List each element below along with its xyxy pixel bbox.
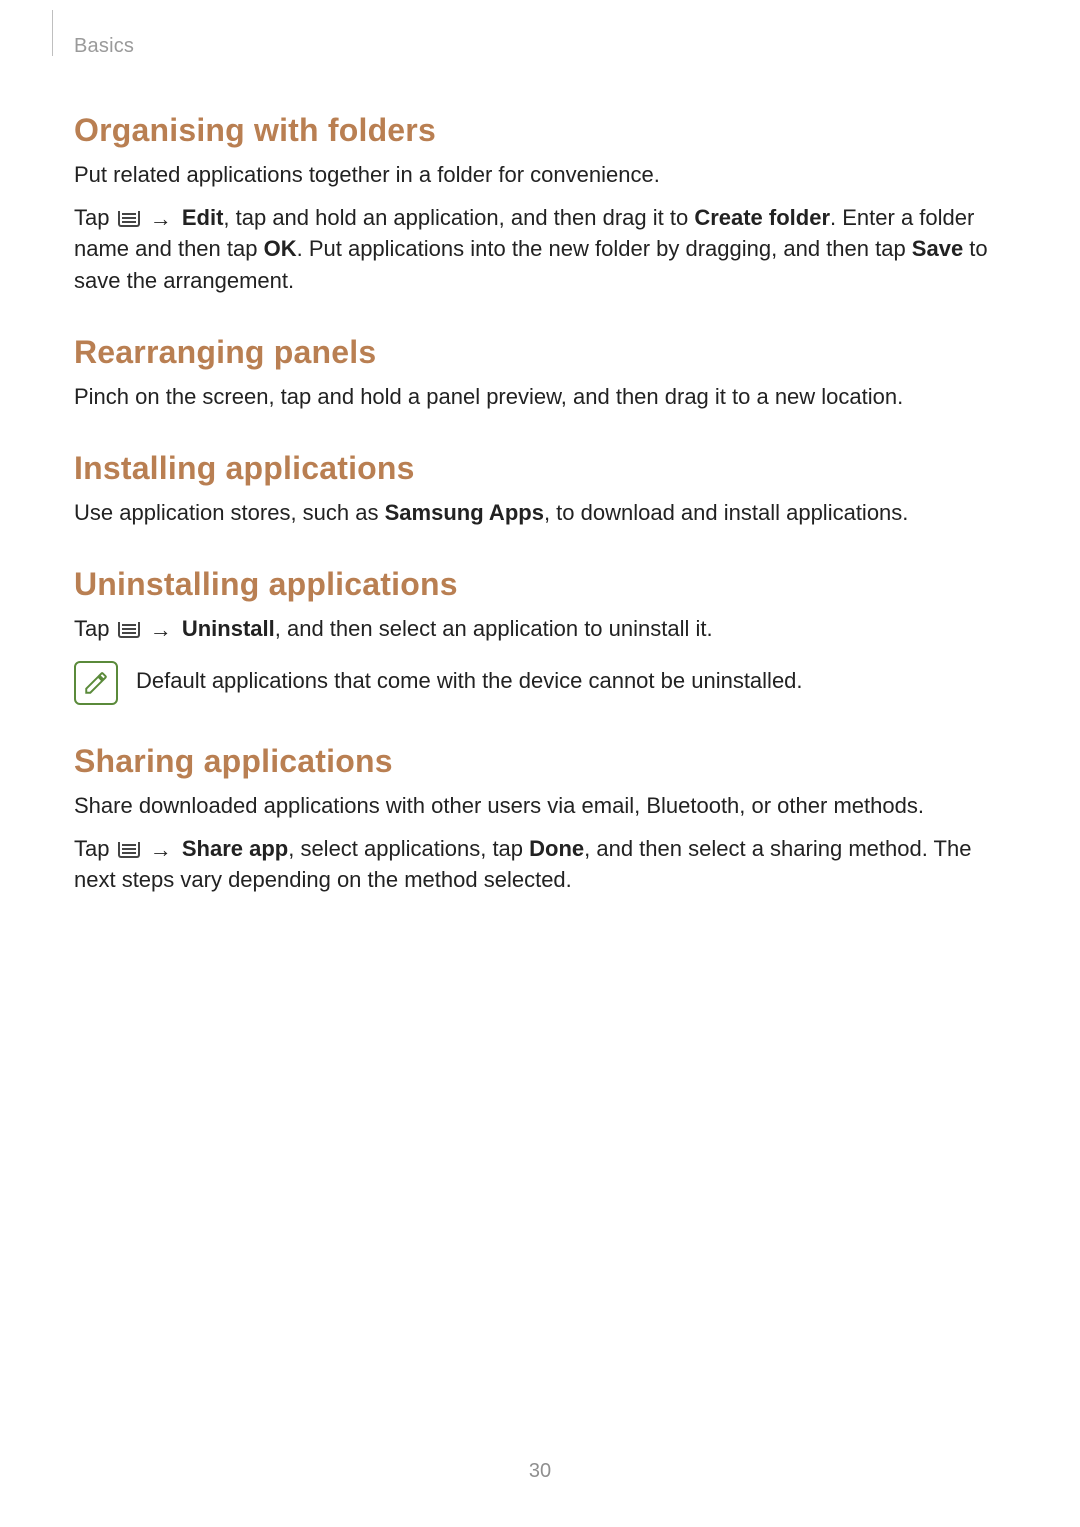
menu-icon xyxy=(118,211,140,227)
menu-icon xyxy=(118,842,140,858)
arrow-icon: → xyxy=(150,619,172,641)
organising-intro: Put related applications together in a f… xyxy=(74,159,1006,190)
header-section-label: Basics xyxy=(74,35,134,58)
label-samsung-apps: Samsung Apps xyxy=(385,500,544,525)
label-save: Save xyxy=(912,236,963,261)
heading-installing: Installing applications xyxy=(74,450,1006,487)
text-tap-share: Tap xyxy=(74,836,116,861)
heading-sharing: Sharing applications xyxy=(74,743,1006,780)
note-icon xyxy=(74,661,118,705)
heading-organising: Organising with folders xyxy=(74,112,1006,149)
label-ok: OK xyxy=(264,236,297,261)
note-text: Default applications that come with the … xyxy=(136,659,803,696)
organising-instructions: Tap → Edit, tap and hold an application,… xyxy=(74,202,1006,296)
menu-icon xyxy=(118,622,140,638)
page: Basics Organising with folders Put relat… xyxy=(0,0,1080,1527)
sharing-instructions: Tap → Share app, select applications, ta… xyxy=(74,833,1006,895)
rearranging-body: Pinch on the screen, tap and hold a pane… xyxy=(74,381,1006,412)
pencil-note-icon xyxy=(83,670,109,696)
installing-instructions: Use application stores, such as Samsung … xyxy=(74,497,1006,528)
note-row: Default applications that come with the … xyxy=(74,659,1006,705)
label-done: Done xyxy=(529,836,584,861)
text-tap: Tap xyxy=(74,205,116,230)
heading-rearranging: Rearranging panels xyxy=(74,334,1006,371)
arrow-icon: → xyxy=(150,839,172,861)
page-number: 30 xyxy=(0,1460,1080,1483)
label-share-app: Share app xyxy=(182,836,288,861)
text-share-part1: , select applications, tap xyxy=(288,836,529,861)
text-part1: , tap and hold an application, and then … xyxy=(223,205,694,230)
heading-uninstalling: Uninstalling applications xyxy=(74,566,1006,603)
text-tap-uninstall: Tap xyxy=(74,616,116,641)
header-divider xyxy=(52,10,53,56)
text-install-part1: Use application stores, such as xyxy=(74,500,385,525)
content-area: Organising with folders Put related appl… xyxy=(74,112,1006,895)
uninstalling-instructions: Tap → Uninstall, and then select an appl… xyxy=(74,613,1006,644)
sharing-intro: Share downloaded applications with other… xyxy=(74,790,1006,821)
arrow-icon: → xyxy=(150,208,172,230)
text-part3: . Put applications into the new folder b… xyxy=(297,236,912,261)
label-create-folder: Create folder xyxy=(694,205,830,230)
label-edit: Edit xyxy=(182,205,224,230)
text-uninstall-part1: , and then select an application to unin… xyxy=(275,616,713,641)
text-install-part2: , to download and install applications. xyxy=(544,500,908,525)
label-uninstall: Uninstall xyxy=(182,616,275,641)
